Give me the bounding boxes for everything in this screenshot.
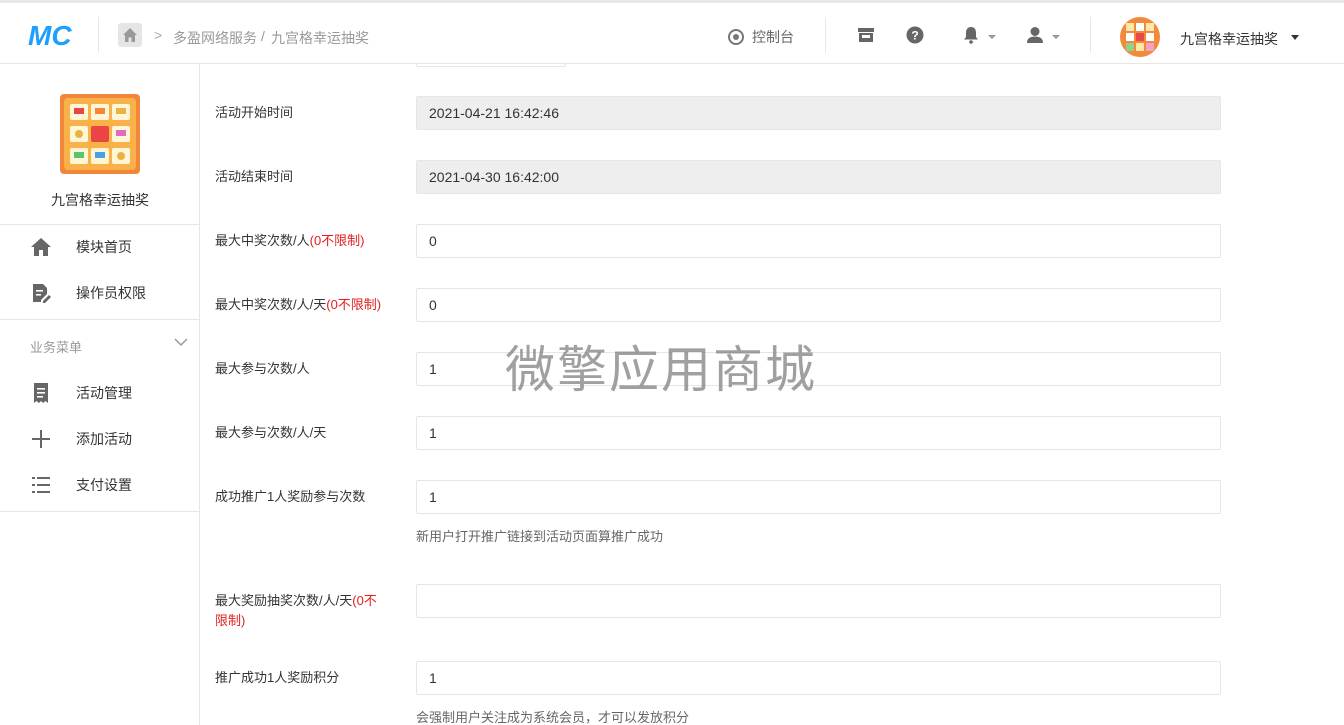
promo-reward-times-field[interactable] — [416, 480, 1221, 514]
divider — [0, 224, 200, 225]
max-win-per-user-day-field[interactable] — [416, 288, 1221, 322]
help-icon: ? — [906, 26, 924, 44]
max-join-per-user-field[interactable] — [416, 352, 1221, 386]
module-logo — [60, 94, 140, 174]
module-name: 九宫格幸运抽奖 — [51, 192, 149, 208]
label-text: 最大中奖次数/人/天 — [215, 297, 327, 312]
max-win-per-user-label: 最大中奖次数/人(0不限制) — [215, 231, 405, 251]
sidebar-item-label: 支付设置 — [76, 477, 132, 493]
sidebar-item-label: 操作员权限 — [76, 285, 146, 301]
label-note: (0不 — [352, 593, 377, 608]
sidebar-item-label: 模块首页 — [76, 239, 132, 255]
breadcrumb-parent[interactable]: 多盈网络服务 — [173, 28, 257, 48]
max-join-per-user-day-label: 最大参与次数/人/天 — [215, 425, 327, 440]
sidebar-item-add-activity[interactable]: 添加活动 — [0, 418, 199, 458]
end-time-label: 活动结束时间 — [215, 169, 294, 184]
home-icon — [31, 238, 51, 256]
chevron-right-icon: > — [154, 27, 163, 43]
help-button[interactable]: ? — [906, 26, 924, 49]
promo-reward-points-field[interactable] — [416, 661, 1221, 695]
label-note: (0不限制) — [326, 297, 382, 312]
edit-document-icon — [33, 284, 51, 303]
chevron-down-icon[interactable] — [1291, 35, 1299, 40]
clipped-input[interactable] — [416, 64, 566, 67]
sidebar-item-label: 活动管理 — [76, 385, 132, 401]
max-reward-draw-day-field[interactable] — [416, 584, 1221, 618]
receipt-icon — [34, 383, 48, 403]
label-note: 限制) — [215, 613, 246, 628]
target-icon — [728, 29, 744, 45]
console-link[interactable]: 控制台 — [728, 27, 794, 47]
chevron-down-icon — [988, 35, 996, 39]
plus-icon — [32, 430, 50, 448]
promo-reward-times-label: 成功推广1人奖励参与次数 — [215, 489, 366, 504]
promo-reward-points-label: 推广成功1人奖励积分 — [215, 670, 340, 685]
promo-reward-points-help: 会强制用户关注成为系统会员，才可以发放积分 — [416, 710, 690, 725]
sidebar: 九宫格幸运抽奖 模块首页 操作员权限 业务菜单 活动管理 添加活动 支付设置 — [0, 64, 200, 725]
sidebar-item-label: 添加活动 — [76, 431, 132, 447]
notifications-button[interactable] — [963, 26, 979, 49]
menu-group-title[interactable]: 业务菜单 — [30, 337, 82, 356]
sidebar-item-module-home[interactable]: 模块首页 — [0, 226, 199, 266]
label-note: (0不限制) — [309, 233, 365, 248]
label-text: 最大奖励抽奖次数/人/天 — [215, 593, 353, 608]
main-form: 活动开始时间 活动结束时间 最大中奖次数/人(0不限制) 最大中奖次数/人/天(… — [200, 64, 1344, 725]
sidebar-item-operator-permissions[interactable]: 操作员权限 — [0, 272, 199, 312]
store-button[interactable] — [857, 26, 875, 49]
max-win-per-user-field[interactable] — [416, 224, 1221, 258]
list-icon — [32, 477, 50, 493]
end-time-field[interactable] — [416, 160, 1221, 194]
svg-text:?: ? — [911, 29, 918, 43]
breadcrumb-current: 九宫格幸运抽奖 — [271, 30, 369, 46]
avatar[interactable] — [1120, 17, 1160, 57]
divider — [0, 319, 200, 320]
divider — [825, 17, 826, 53]
start-time-label: 活动开始时间 — [215, 105, 294, 120]
label-text: 最大中奖次数/人 — [215, 233, 310, 248]
chevron-down-icon — [1052, 35, 1060, 39]
store-icon — [858, 28, 874, 42]
max-join-per-user-label: 最大参与次数/人 — [215, 361, 310, 376]
top-bar: MC > 多盈网络服务 / 九宫格幸运抽奖 控制台 ? 九宫格幸运抽奖 — [0, 0, 1344, 64]
home-icon — [123, 28, 137, 42]
divider — [1090, 17, 1091, 53]
user-name[interactable]: 九宫格幸运抽奖 — [1180, 29, 1278, 49]
divider — [0, 511, 200, 512]
max-join-per-user-day-field[interactable] — [416, 416, 1221, 450]
breadcrumb-home-button[interactable] — [118, 23, 142, 47]
logo[interactable]: MC — [28, 19, 80, 51]
chevron-down-icon[interactable] — [174, 337, 188, 347]
promo-reward-times-help: 新用户打开推广链接到活动页面算推广成功 — [416, 529, 664, 544]
sidebar-item-payment-settings[interactable]: 支付设置 — [0, 464, 199, 504]
bell-icon — [964, 27, 978, 44]
max-reward-draw-day-label: 最大奖励抽奖次数/人/天(0不限制) — [215, 591, 405, 631]
divider — [98, 17, 99, 53]
user-icon — [1027, 27, 1043, 43]
max-win-per-user-day-label: 最大中奖次数/人/天(0不限制) — [215, 295, 405, 315]
account-button[interactable] — [1026, 26, 1044, 49]
svg-text:MC: MC — [28, 20, 72, 49]
sidebar-item-activity-management[interactable]: 活动管理 — [0, 372, 199, 412]
breadcrumb-separator: / — [261, 28, 265, 44]
console-label: 控制台 — [752, 29, 794, 45]
start-time-field[interactable] — [416, 96, 1221, 130]
